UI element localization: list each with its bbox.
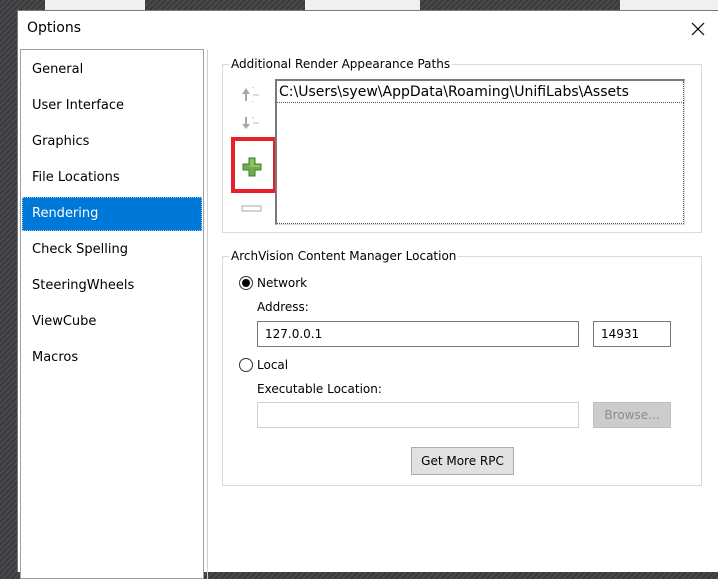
sidebar-item-rendering[interactable]: Rendering	[22, 197, 202, 231]
local-radio[interactable]	[239, 358, 253, 372]
minus-icon	[241, 205, 262, 212]
dialog-title: Options	[27, 20, 82, 36]
options-sidebar: General User Interface Graphics File Loc…	[20, 49, 204, 579]
get-more-rpc-button[interactable]: Get More RPC	[411, 447, 514, 475]
close-button[interactable]	[688, 19, 708, 39]
background-window-strip	[305, 0, 420, 10]
sidebar-item-general[interactable]: General	[22, 53, 202, 87]
browse-button[interactable]: Browse...	[593, 402, 671, 428]
network-radio[interactable]	[239, 276, 253, 290]
background-window-strip	[620, 0, 718, 10]
sidebar-item-steeringwheels[interactable]: SteeringWheels	[22, 269, 202, 303]
plus-icon	[242, 157, 262, 177]
sidebar-item-graphics[interactable]: Graphics	[22, 125, 202, 159]
add-path-button[interactable]	[242, 157, 262, 180]
render-paths-group-label: Additional Render Appearance Paths	[229, 57, 453, 71]
render-paths-list[interactable]: C:\Users\syew\AppData\Roaming\UnifiLabs\…	[275, 79, 685, 225]
address-label: Address:	[257, 300, 309, 314]
sidebar-item-viewcube[interactable]: ViewCube	[22, 305, 202, 339]
remove-path-button[interactable]	[241, 203, 263, 217]
archvision-group-label: ArchVision Content Manager Location	[229, 249, 459, 263]
background-window-strip	[45, 0, 145, 10]
render-paths-group: Additional Render Appearance Paths C:\Us…	[222, 57, 702, 233]
sidebar-item-file-locations[interactable]: File Locations	[22, 161, 202, 195]
sidebar-divider	[207, 49, 208, 579]
executable-location-input[interactable]	[257, 402, 579, 428]
port-input[interactable]: 14931	[593, 321, 671, 347]
network-label: Network	[257, 276, 308, 290]
options-dialog: Options General User Interface Graphics …	[17, 10, 718, 579]
list-item[interactable]: C:\Users\syew\AppData\Roaming\UnifiLabs\…	[277, 81, 684, 103]
close-icon	[691, 22, 705, 36]
archvision-group: ArchVision Content Manager Location Netw…	[222, 249, 702, 486]
list-empty-area	[277, 103, 684, 224]
arrow-down-icon	[242, 117, 259, 129]
sidebar-item-check-spelling[interactable]: Check Spelling	[22, 233, 202, 267]
executable-location-label: Executable Location:	[257, 382, 382, 396]
arrow-up-icon	[242, 87, 259, 102]
move-up-button[interactable]	[241, 87, 263, 112]
sidebar-item-macros[interactable]: Macros	[22, 341, 202, 375]
address-input[interactable]: 127.0.0.1	[257, 321, 579, 347]
local-label: Local	[257, 358, 289, 372]
sidebar-item-user-interface[interactable]: User Interface	[22, 89, 202, 123]
